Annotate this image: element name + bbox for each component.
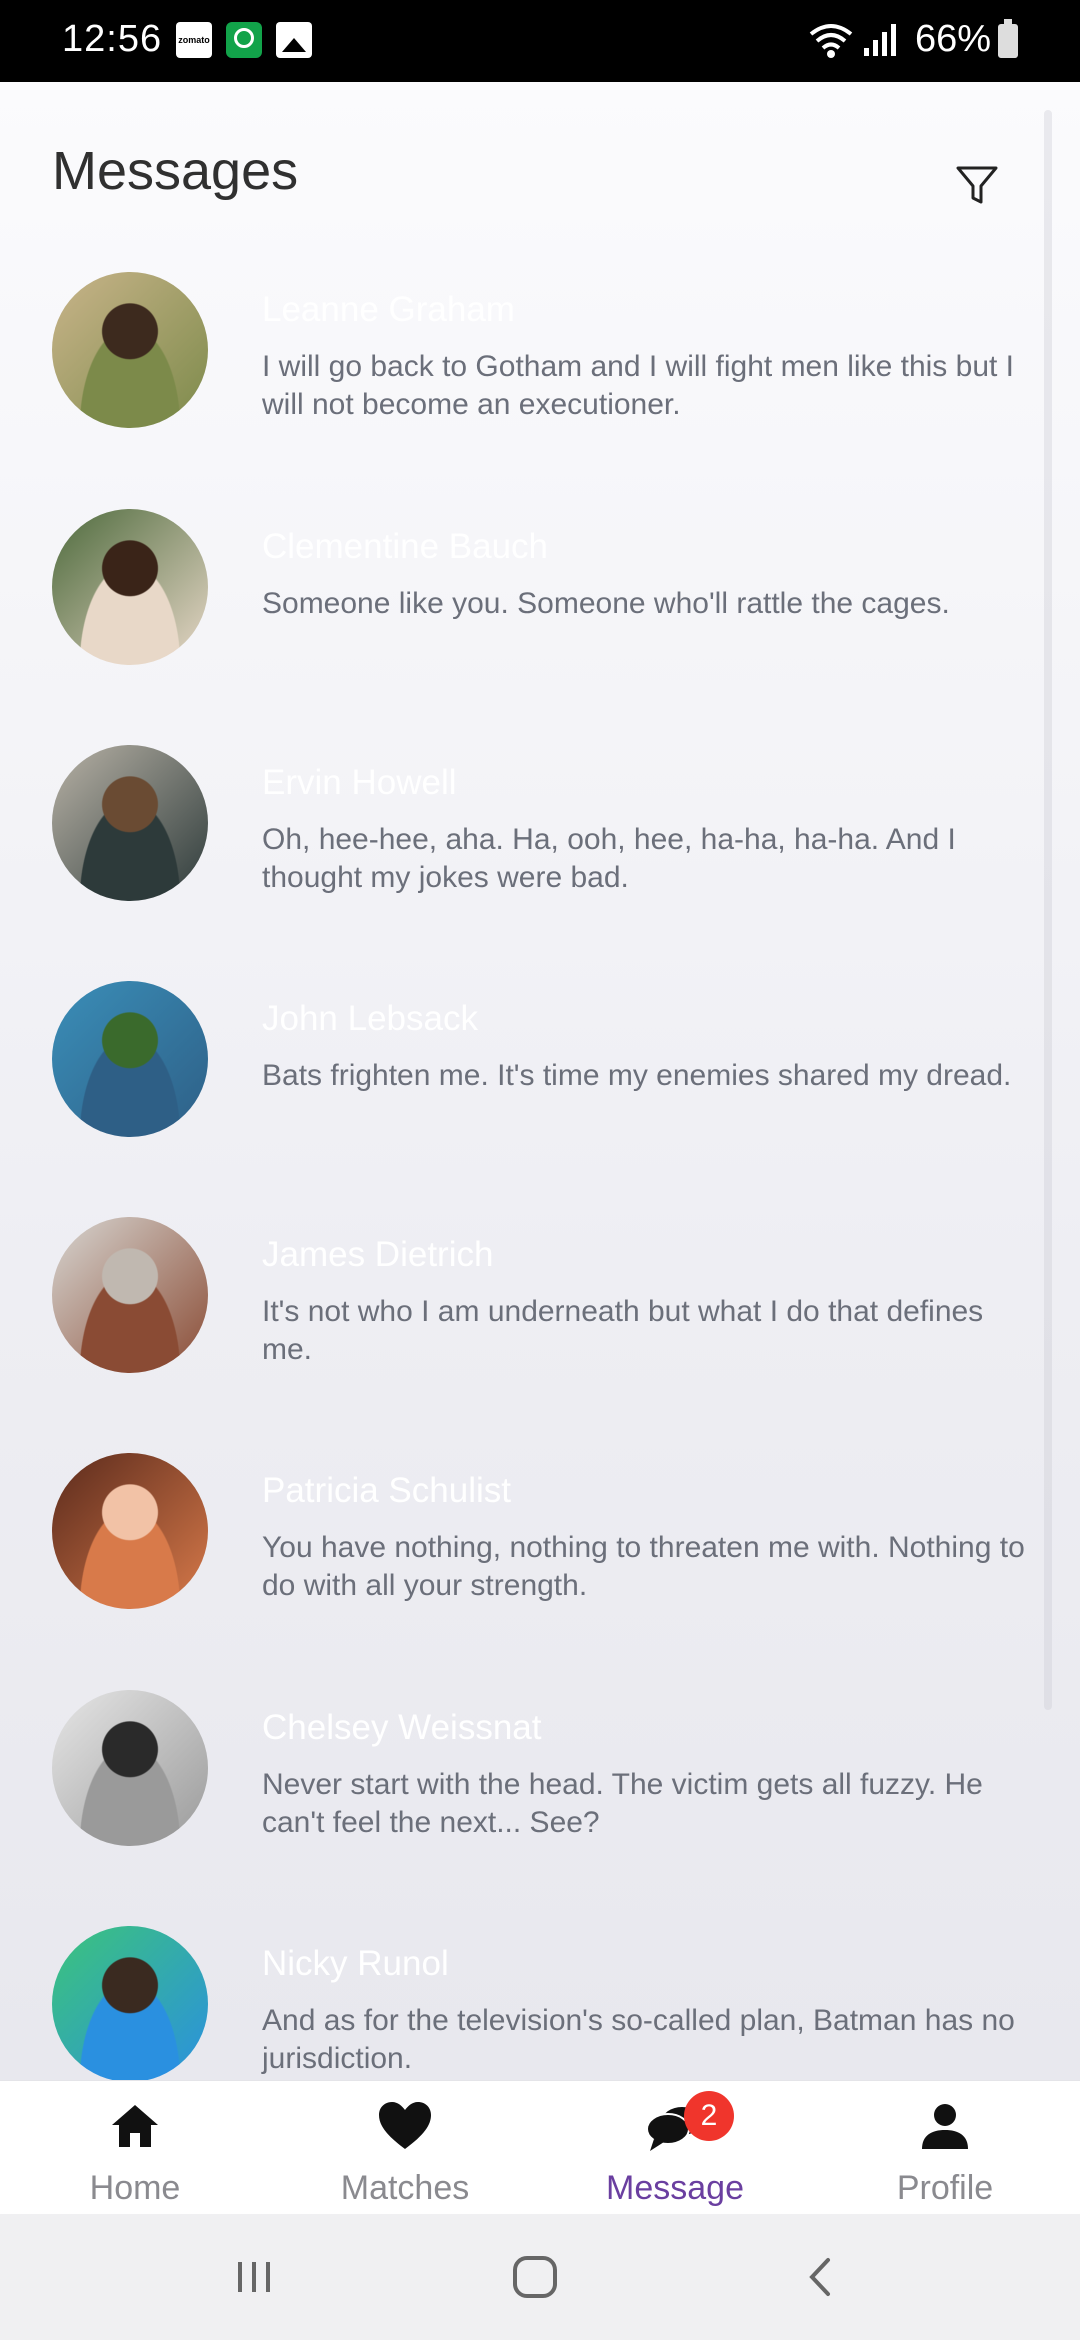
contact-name: Leanne Graham <box>262 290 515 329</box>
avatar <box>52 1926 208 2080</box>
home-icon <box>112 2105 158 2147</box>
nav-label: Home <box>89 2169 181 2207</box>
nav-label: Message <box>606 2169 744 2207</box>
nav-matches[interactable]: Matches <box>270 2081 540 2215</box>
avatar <box>52 981 208 1137</box>
filter-icon[interactable] <box>952 160 1002 210</box>
gallery-icon <box>276 22 312 58</box>
nav-home[interactable]: Home <box>0 2081 270 2215</box>
wifi-icon <box>809 24 853 58</box>
message-item[interactable]: Clementine Bauch Someone like you. Someo… <box>0 509 1040 709</box>
unread-badge: 2 <box>684 2091 734 2141</box>
nav-label: Matches <box>340 2169 470 2207</box>
message-preview: And as for the television's so-called pl… <box>262 2004 1015 2075</box>
message-item[interactable]: Leanne Graham I will go back to Gotham a… <box>0 272 1040 472</box>
message-item[interactable]: Chelsey Weissnat Never start with the he… <box>0 1690 1040 1890</box>
avatar <box>52 272 208 428</box>
page-title: Messages <box>52 141 299 201</box>
signal-icon <box>864 24 896 56</box>
avatar <box>52 1217 208 1373</box>
avatar <box>52 1453 208 1609</box>
bottom-nav: Home Matches Message Profile <box>0 2080 1080 2215</box>
avatar <box>52 745 208 901</box>
zomato-icon: zomato <box>176 22 212 58</box>
contact-name: Patricia Schulist <box>262 1471 511 1510</box>
battery-icon <box>998 19 1018 58</box>
nav-message[interactable]: Message <box>540 2081 810 2215</box>
nav-label: Profile <box>896 2169 994 2207</box>
scrollbar[interactable] <box>1044 110 1052 1710</box>
message-item[interactable]: James Dietrich It's not who I am underne… <box>0 1217 1040 1417</box>
contact-name: John Lebsack <box>262 999 478 1038</box>
back-icon[interactable] <box>800 2254 840 2300</box>
messages-screen: Messages Leanne Graham I will go back to… <box>0 82 1080 2080</box>
person-icon <box>922 2104 968 2149</box>
message-preview: Oh, hee-hee, aha. Ha, ooh, hee, ha-ha, h… <box>262 823 956 894</box>
home-circle-icon[interactable] <box>510 2254 560 2300</box>
contact-name: Clementine Bauch <box>262 527 548 566</box>
status-bar: 12:56 zomato 66% <box>0 0 1080 82</box>
whatsapp-icon <box>226 22 262 58</box>
contact-name: Ervin Howell <box>262 763 457 802</box>
message-preview: Bats frighten me. It's time my enemies s… <box>262 1059 1012 1092</box>
avatar <box>52 1690 208 1846</box>
message-preview: Someone like you. Someone who'll rattle … <box>262 587 950 620</box>
avatar <box>52 509 208 665</box>
recent-apps-icon[interactable] <box>232 2254 278 2300</box>
message-item[interactable]: Nicky Runol And as for the television's … <box>0 1926 1040 2080</box>
contact-name: Chelsey Weissnat <box>262 1708 542 1747</box>
message-item[interactable]: Ervin Howell Oh, hee-hee, aha. Ha, ooh, … <box>0 745 1040 945</box>
battery-percent: 66% <box>915 18 992 60</box>
contact-name: Nicky Runol <box>262 1944 449 1983</box>
system-nav-bar <box>0 2214 1080 2340</box>
message-preview: I will go back to Gotham and I will figh… <box>262 350 1015 421</box>
heart-icon <box>379 2102 431 2149</box>
message-preview: Never start with the head. The victim ge… <box>262 1768 983 1839</box>
message-preview: It's not who I am underneath but what I … <box>262 1295 984 1366</box>
nav-profile[interactable]: Profile <box>810 2081 1080 2215</box>
contact-name: James Dietrich <box>262 1235 494 1274</box>
message-item[interactable]: Patricia Schulist You have nothing, noth… <box>0 1453 1040 1653</box>
status-time: 12:56 <box>62 18 163 60</box>
message-preview: You have nothing, nothing to threaten me… <box>262 1531 1025 1602</box>
message-item[interactable]: John Lebsack Bats frighten me. It's time… <box>0 981 1040 1181</box>
